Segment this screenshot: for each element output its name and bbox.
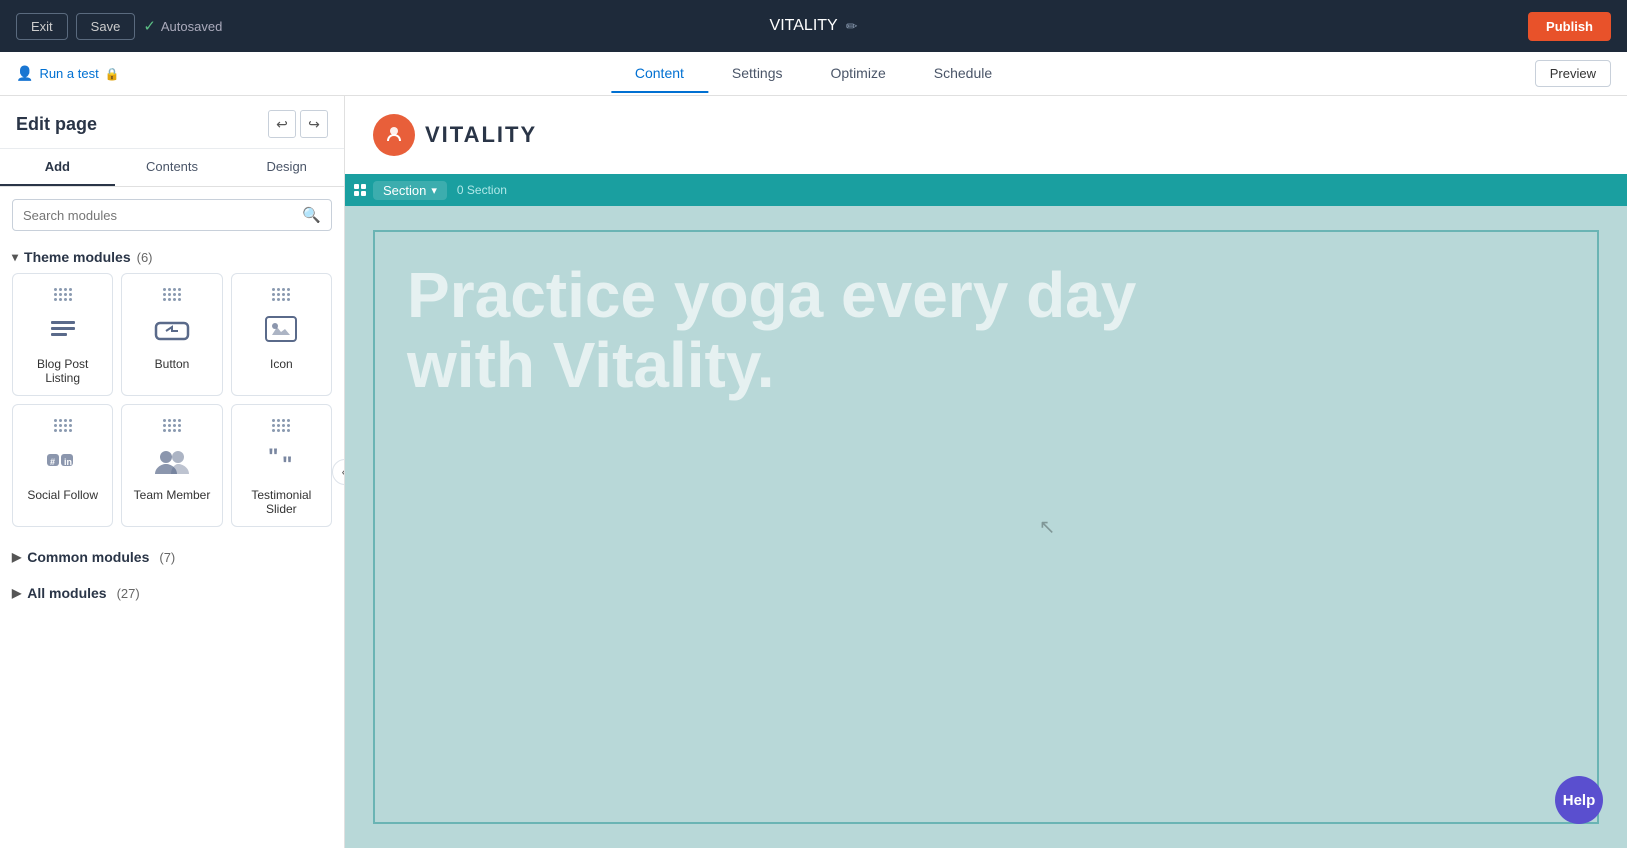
chevron-right-icon-2: ▶: [12, 586, 21, 600]
autosaved-indicator: ✓ Autosaved: [143, 17, 222, 35]
svg-text:": ": [268, 446, 278, 469]
section-grid-icon: [353, 183, 367, 197]
svg-text:in: in: [64, 457, 72, 467]
button-label: Button: [155, 357, 190, 371]
chevron-down-icon: ▾: [12, 250, 18, 264]
theme-modules-count: (6): [137, 250, 153, 265]
sidebar-tab-design[interactable]: Design: [229, 149, 344, 186]
chevron-right-icon: ▶: [12, 550, 21, 564]
help-button[interactable]: Help: [1555, 776, 1603, 824]
brand-name: VITALITY: [425, 122, 537, 148]
module-card-team-member[interactable]: Team Member: [121, 404, 222, 527]
module-card-icon[interactable]: Icon: [231, 273, 332, 396]
sidebar-tabs: Add Contents Design: [0, 149, 344, 187]
autosaved-label: Autosaved: [161, 19, 222, 34]
secondbar: 👤 Run a test 🔒 Content Settings Optimize…: [0, 52, 1627, 96]
topbar: Exit Save ✓ Autosaved VITALITY ✏ Publish: [0, 0, 1627, 52]
redo-button[interactable]: ↪: [300, 110, 328, 138]
sidebar-controls: ↩ ↪: [268, 110, 328, 138]
module-card-wrap: Icon: [240, 288, 323, 371]
all-modules-header[interactable]: ▶ All modules (27): [12, 575, 332, 611]
icon-module-icon: [261, 313, 301, 349]
main-layout: « Edit page ↩ ↪ Add Contents Design 🔍 ▾: [0, 96, 1627, 848]
undo-button[interactable]: ↩: [268, 110, 296, 138]
person-icon: 👤: [16, 65, 33, 82]
module-card-wrap: "" Testimonial Slider: [240, 419, 323, 516]
sidebar-tab-add[interactable]: Add: [0, 149, 115, 186]
section-toolbar: Section ▾ 0 Section: [345, 174, 1627, 206]
sidebar-header: Edit page ↩ ↪: [0, 96, 344, 149]
topbar-right: Publish: [1528, 12, 1611, 41]
edit-icon[interactable]: ✏: [846, 18, 858, 35]
sidebar: « Edit page ↩ ↪ Add Contents Design 🔍 ▾: [0, 96, 345, 848]
modules-section: ▾ Theme modules (6): [0, 239, 344, 848]
common-modules-header[interactable]: ▶ Common modules (7): [12, 539, 332, 575]
hero-content-area[interactable]: Practice yoga every day with Vitality. ↖: [373, 230, 1599, 824]
exit-button[interactable]: Exit: [16, 13, 68, 40]
tab-schedule[interactable]: Schedule: [910, 55, 1016, 93]
module-card-wrap: Team Member: [130, 419, 213, 502]
button-icon: [152, 313, 192, 349]
edit-page-title: Edit page: [16, 114, 97, 135]
canvas-logo-bar: VITALITY: [345, 96, 1627, 174]
cursor-indicator: ↖: [1039, 515, 1056, 540]
tab-settings[interactable]: Settings: [708, 55, 807, 93]
search-area: 🔍: [0, 187, 344, 239]
section-count: 0 Section: [457, 183, 507, 197]
section-badge[interactable]: Section ▾: [373, 181, 447, 200]
module-card-wrap: # in Social Follow: [21, 419, 104, 502]
all-modules-count: (27): [117, 586, 140, 601]
common-modules-label: Common modules: [27, 549, 149, 565]
run-test-label: Run a test: [39, 66, 98, 81]
publish-button[interactable]: Publish: [1528, 12, 1611, 41]
social-follow-icon: # in: [43, 444, 83, 480]
theme-modules-label: Theme modules: [24, 249, 131, 265]
module-card-blog-post-listing[interactable]: Blog Post Listing: [12, 273, 113, 396]
module-card-social-follow[interactable]: # in Social Follow: [12, 404, 113, 527]
page-title: VITALITY ✏: [770, 17, 858, 35]
tab-optimize[interactable]: Optimize: [807, 55, 910, 93]
common-modules-count: (7): [159, 550, 175, 565]
topbar-left: Exit Save ✓ Autosaved: [16, 13, 222, 40]
svg-text:": ": [282, 452, 292, 477]
save-button[interactable]: Save: [76, 13, 136, 40]
lock-icon: 🔒: [105, 67, 120, 81]
all-modules-label: All modules: [27, 585, 106, 601]
sidebar-tab-contents[interactable]: Contents: [115, 149, 230, 186]
logo-icon: [373, 114, 415, 156]
run-test-button[interactable]: 👤 Run a test 🔒: [16, 65, 120, 82]
search-icon[interactable]: 🔍: [302, 206, 321, 224]
blog-post-listing-label: Blog Post Listing: [21, 357, 104, 385]
theme-modules-header[interactable]: ▾ Theme modules (6): [12, 239, 332, 273]
nav-tabs: Content Settings Optimize Schedule: [611, 55, 1016, 93]
hero-text: Practice yoga every day with Vitality.: [407, 260, 1157, 401]
canvas-area: VITALITY Section ▾ 0 Section Practice yo…: [345, 96, 1627, 848]
team-member-icon: [152, 444, 192, 480]
section-label: Section: [383, 183, 426, 198]
social-follow-label: Social Follow: [27, 488, 98, 502]
testimonial-slider-icon: "": [261, 444, 301, 480]
topbar-center: VITALITY ✏: [770, 17, 858, 35]
module-card-wrap: Blog Post Listing: [21, 288, 104, 385]
module-card-wrap: Button: [130, 288, 213, 371]
svg-text:#: #: [50, 457, 55, 467]
module-card-button[interactable]: Button: [121, 273, 222, 396]
search-input[interactable]: [23, 208, 294, 223]
hero-section[interactable]: Practice yoga every day with Vitality. ↖: [345, 206, 1627, 848]
modules-grid: Blog Post Listing Button: [12, 273, 332, 539]
search-box: 🔍: [12, 199, 332, 231]
home-title-text: VITALITY: [770, 17, 838, 35]
team-member-label: Team Member: [134, 488, 211, 502]
blog-post-listing-icon: [43, 313, 83, 349]
checkmark-icon: ✓: [143, 17, 156, 35]
dropdown-arrow-icon[interactable]: ▾: [431, 184, 437, 197]
module-card-testimonial-slider[interactable]: "" Testimonial Slider: [231, 404, 332, 527]
testimonial-slider-label: Testimonial Slider: [240, 488, 323, 516]
preview-button[interactable]: Preview: [1535, 60, 1611, 87]
tab-content[interactable]: Content: [611, 55, 708, 93]
icon-label: Icon: [270, 357, 293, 371]
